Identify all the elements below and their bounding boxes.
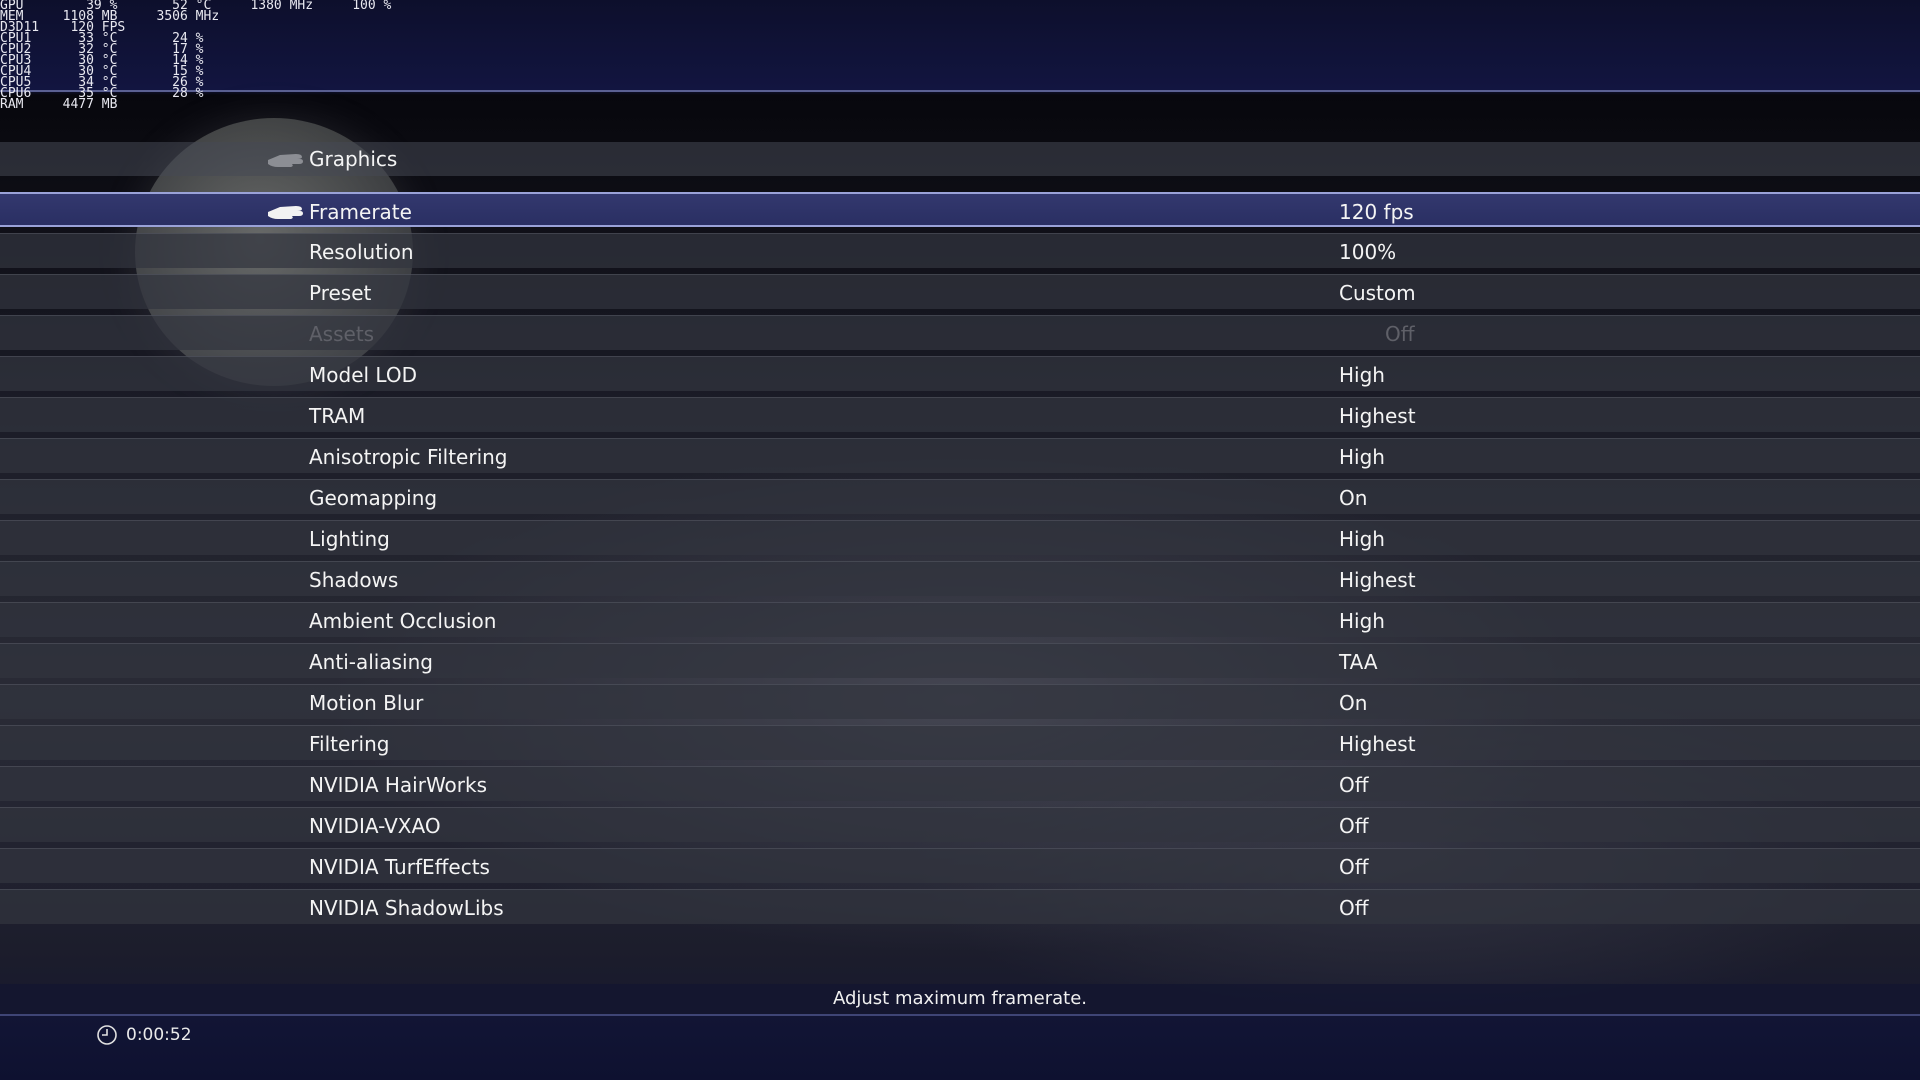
setting-label: Assets [309, 322, 375, 346]
setting-row-anisotropic-filtering[interactable]: Anisotropic Filtering High [0, 438, 1920, 473]
help-text: Adjust maximum framerate. [832, 988, 1088, 1009]
settings-screen: GPU 39 % 52 °C 1380 MHz 100 % MEM 1108 MB… [0, 0, 1920, 1080]
setting-label: Shadows [309, 568, 399, 592]
setting-value: Custom [1339, 281, 1416, 305]
setting-value: Off [1339, 814, 1369, 838]
setting-row-motion-blur[interactable]: Motion Blur On [0, 684, 1920, 719]
setting-value: TAA [1339, 650, 1378, 674]
setting-row-assets: Assets Off [0, 315, 1920, 350]
setting-row-geomapping[interactable]: Geomapping On [0, 479, 1920, 514]
settings-list: Framerate 120 fps Resolution 100% Preset Cust… [0, 192, 1920, 924]
setting-label: NVIDIA HairWorks [309, 773, 488, 797]
setting-label: Lighting [309, 527, 390, 551]
setting-row-preset[interactable]: Preset Custom [0, 274, 1920, 309]
setting-value: Highest [1339, 568, 1416, 592]
setting-value: Highest [1339, 404, 1416, 428]
setting-value: High [1339, 445, 1385, 469]
setting-row-ambient-occlusion[interactable]: Ambient Occlusion High [0, 602, 1920, 637]
setting-row-filtering[interactable]: Filtering Highest [0, 725, 1920, 760]
setting-row-anti-aliasing[interactable]: Anti-aliasing TAA [0, 643, 1920, 678]
help-bar: Adjust maximum framerate. [0, 984, 1920, 1016]
setting-value: Off [1339, 896, 1369, 920]
setting-row-shadows[interactable]: Shadows Highest [0, 561, 1920, 596]
setting-row-resolution[interactable]: Resolution 100% [0, 233, 1920, 268]
setting-label: NVIDIA-VXAO [309, 814, 441, 838]
setting-value: Off [1339, 773, 1369, 797]
setting-label: Filtering [309, 732, 390, 756]
setting-label: Ambient Occlusion [309, 609, 497, 633]
setting-value: Highest [1339, 732, 1416, 756]
setting-label: Resolution [309, 240, 414, 264]
setting-row-nvidia-vxao[interactable]: NVIDIA-VXAO Off [0, 807, 1920, 842]
setting-label: NVIDIA ShadowLibs [309, 896, 504, 920]
section-header-graphics[interactable]: Graphics [0, 142, 1920, 176]
setting-row-lighting[interactable]: Lighting High [0, 520, 1920, 555]
setting-row-nvidia-turfeffects[interactable]: NVIDIA TurfEffects Off [0, 848, 1920, 883]
clock-icon [97, 1025, 117, 1045]
setting-value: On [1339, 691, 1368, 715]
playtime-display: 0:00:52 [96, 1024, 192, 1046]
setting-label: Framerate [309, 200, 412, 224]
setting-value: High [1339, 527, 1385, 551]
setting-label: Anti-aliasing [309, 650, 433, 674]
setting-label: Anisotropic Filtering [309, 445, 508, 469]
setting-value: High [1339, 363, 1385, 387]
setting-row-nvidia-shadowlibs[interactable]: NVIDIA ShadowLibs Off [0, 889, 1920, 924]
pointing-hand-icon [268, 154, 303, 167]
setting-value: On [1339, 486, 1368, 510]
setting-row-framerate[interactable]: Framerate 120 fps [0, 192, 1920, 227]
setting-label: NVIDIA TurfEffects [309, 855, 490, 879]
footer-bar [0, 1016, 1920, 1080]
pointing-hand-icon [268, 206, 303, 219]
setting-label: Motion Blur [309, 691, 424, 715]
setting-row-nvidia-hairworks[interactable]: NVIDIA HairWorks Off [0, 766, 1920, 801]
setting-value: 120 fps [1339, 200, 1414, 224]
performance-overlay: GPU 39 % 52 °C 1380 MHz 100 % MEM 1108 MB… [0, 0, 391, 111]
setting-label: Model LOD [309, 363, 417, 387]
setting-value: 100% [1339, 240, 1397, 264]
graphics-menu: Graphics Framerate 120 fps Resolution 100% P… [0, 142, 1920, 930]
setting-value: Off [1385, 322, 1415, 346]
setting-row-model-lod[interactable]: Model LOD High [0, 356, 1920, 391]
setting-label: Preset [309, 281, 372, 305]
setting-label: TRAM [309, 404, 366, 428]
setting-row-tram[interactable]: TRAM Highest [0, 397, 1920, 432]
setting-value: Off [1339, 855, 1369, 879]
section-title: Graphics [309, 147, 398, 171]
playtime-value: 0:00:52 [126, 1025, 192, 1045]
setting-label: Geomapping [309, 486, 438, 510]
setting-value: High [1339, 609, 1385, 633]
